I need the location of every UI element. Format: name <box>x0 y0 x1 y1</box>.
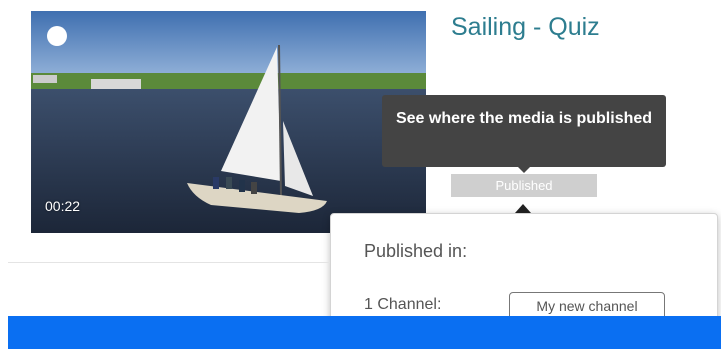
channel-count-label: 1 Channel: <box>364 296 442 313</box>
media-title[interactable]: Sailing - Quiz <box>451 13 600 42</box>
row-divider <box>8 262 330 263</box>
sailboat-image <box>31 11 426 233</box>
popover-heading: Published in: <box>364 241 468 261</box>
publish-tooltip: See where the media is published <box>382 95 666 167</box>
select-checkbox[interactable] <box>47 26 67 46</box>
bottom-bar <box>8 316 721 349</box>
published-status-badge[interactable]: Published <box>451 174 597 197</box>
media-duration: 00:22 <box>45 198 81 214</box>
popover-arrow <box>515 204 531 213</box>
tooltip-arrow <box>517 166 531 173</box>
media-thumbnail[interactable]: 00:22 <box>31 11 426 233</box>
